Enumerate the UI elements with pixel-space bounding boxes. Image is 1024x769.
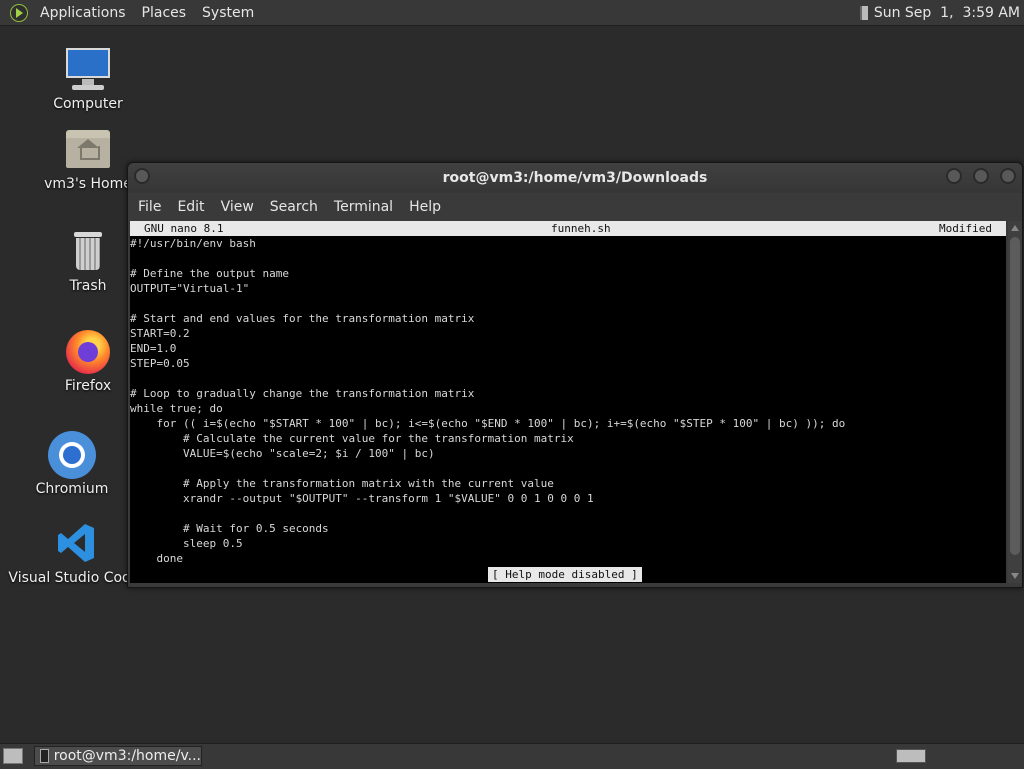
scroll-up-icon[interactable] <box>1011 225 1019 231</box>
workspace-switcher[interactable] <box>896 749 926 763</box>
terminal-scrollbar[interactable] <box>1008 221 1022 583</box>
code-line: STEP=0.05 <box>130 357 190 370</box>
terminal-window: root@vm3:/home/vm3/Downloads File Edit V… <box>127 162 1023 588</box>
code-line: # Start and end values for the transform… <box>130 312 475 325</box>
terminal-menubar: File Edit View Search Terminal Help <box>128 193 1022 221</box>
desktop-icon-chromium[interactable]: Chromium <box>2 431 142 497</box>
scrollbar-thumb[interactable] <box>1010 237 1020 555</box>
code-line: # Wait for 0.5 seconds <box>130 522 329 535</box>
desktop-icon-label: Chromium <box>35 481 109 497</box>
code-line: done <box>130 552 183 565</box>
bottom-panel: root@vm3:/home/v... <box>0 743 1024 769</box>
taskbar-window-label: root@vm3:/home/v... <box>53 748 201 764</box>
minimize-icon[interactable] <box>946 168 962 184</box>
menu-help[interactable]: Help <box>401 199 449 215</box>
window-title: root@vm3:/home/vm3/Downloads <box>442 170 708 186</box>
applications-logo-icon[interactable] <box>10 3 28 22</box>
menu-file[interactable]: File <box>130 199 169 215</box>
nano-version: GNU nano 8.1 <box>144 222 224 235</box>
code-line: while true; do <box>130 402 223 415</box>
menu-applications[interactable]: Applications <box>32 5 134 21</box>
code-editor[interactable]: #!/usr/bin/env bash # Define the output n… <box>130 236 1006 566</box>
computer-icon <box>64 46 112 94</box>
code-line: VALUE=$(echo "scale=2; $i / 100" | bc) <box>130 447 435 460</box>
code-line: # Define the output name <box>130 267 289 280</box>
nano-status-message: [ Help mode disabled ] <box>488 567 642 582</box>
top-panel: Applications Places System Sun Sep 1, 3:… <box>0 0 1024 26</box>
terminal-content[interactable]: GNU nano 8.1 funneh.sh Modified #!/usr/b… <box>130 221 1006 583</box>
vscode-icon <box>50 520 98 568</box>
code-line: OUTPUT="Virtual-1" <box>130 282 250 295</box>
window-titlebar[interactable]: root@vm3:/home/vm3/Downloads <box>128 163 1022 193</box>
taskbar-window-button[interactable]: root@vm3:/home/v... <box>34 746 202 766</box>
code-line: sleep 0.5 <box>130 537 243 550</box>
menu-places[interactable]: Places <box>134 5 195 21</box>
menu-terminal[interactable]: Terminal <box>326 199 401 215</box>
top-panel-right: Sun Sep 1, 3:59 AM <box>859 0 1020 25</box>
desktop-icon-computer[interactable]: Computer <box>18 46 158 112</box>
terminal-icon <box>40 749 49 763</box>
code-line: START=0.2 <box>130 327 190 340</box>
code-line: # Apply the transformation matrix with t… <box>130 477 554 490</box>
code-line: xrandr --output "$OUTPUT" --transform 1 … <box>130 492 594 505</box>
code-line: # Calculate the current value for the tr… <box>130 432 574 445</box>
chromium-icon <box>48 431 96 479</box>
nano-header: GNU nano 8.1 funneh.sh Modified <box>130 221 1006 236</box>
close-icon[interactable] <box>1000 168 1016 184</box>
desktop-icon-vscode[interactable]: Visual Studio Code <box>4 520 144 586</box>
code-line: for (( i=$(echo "$START * 100" | bc); i<… <box>130 417 846 430</box>
scroll-down-icon[interactable] <box>1011 573 1019 579</box>
code-line: END=1.0 <box>130 342 177 355</box>
nano-filename: funneh.sh <box>551 222 611 235</box>
menu-system[interactable]: System <box>194 5 262 21</box>
show-desktop-icon[interactable] <box>3 748 23 764</box>
desktop-icon-label: Computer <box>53 96 123 112</box>
menu-edit[interactable]: Edit <box>169 199 212 215</box>
nano-modified-status: Modified <box>939 222 992 235</box>
clock[interactable]: Sun Sep 1, 3:59 AM <box>874 5 1020 21</box>
home-folder-icon <box>64 126 112 174</box>
code-line: #!/usr/bin/env bash <box>130 237 256 250</box>
desktop-icon-label: Visual Studio Code <box>8 570 140 586</box>
firefox-icon <box>64 328 112 376</box>
tray-handle-icon[interactable] <box>859 5 868 20</box>
menu-search[interactable]: Search <box>262 199 326 215</box>
menu-view[interactable]: View <box>213 199 262 215</box>
maximize-icon[interactable] <box>973 168 989 184</box>
trash-icon <box>64 228 112 276</box>
code-line: # Loop to gradually change the transform… <box>130 387 475 400</box>
